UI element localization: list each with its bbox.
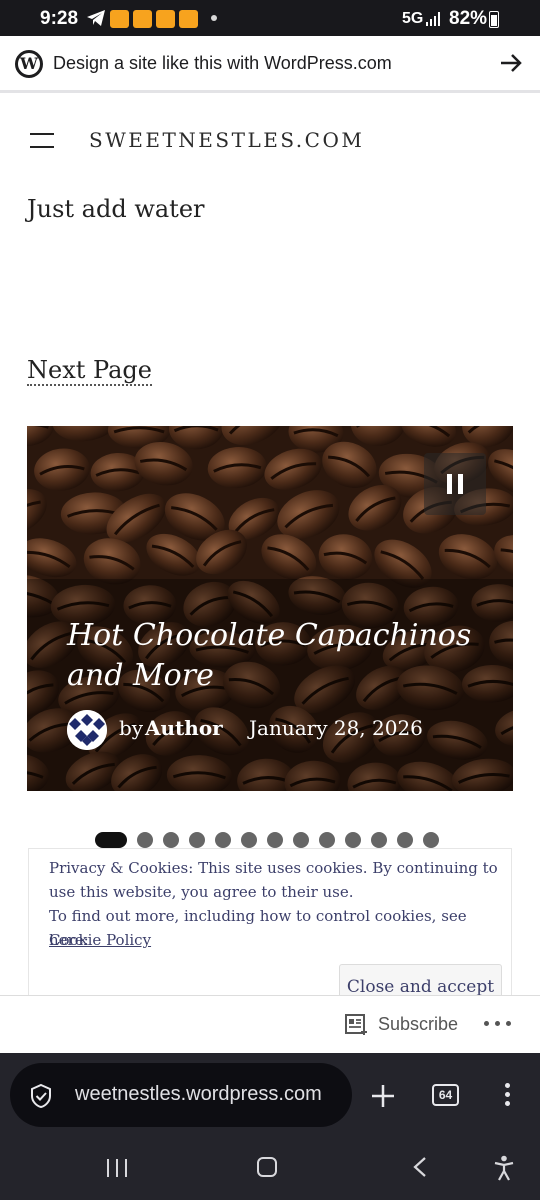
- app-notification-icon: [156, 10, 175, 28]
- url-text[interactable]: weetnestles.wordpress.com: [75, 1083, 345, 1106]
- byline: by Author January 28, 2026: [67, 708, 487, 750]
- battery-percent: 82%: [449, 8, 488, 29]
- browser-menu-icon[interactable]: [505, 1083, 511, 1110]
- featured-slide[interactable]: Hot Chocolate Capachinos and More by Aut…: [27, 426, 513, 791]
- telegram-icon: [87, 10, 105, 26]
- cookie-banner: Privacy & Cookies: This site uses cookie…: [28, 848, 512, 1008]
- slide-dot[interactable]: [423, 832, 439, 848]
- signal-icon: [426, 12, 440, 26]
- slide-dot[interactable]: [189, 832, 205, 848]
- shield-check-icon[interactable]: [29, 1083, 53, 1109]
- slide-dot[interactable]: [397, 832, 413, 848]
- author-avatar[interactable]: [67, 710, 107, 750]
- slide-dot[interactable]: [345, 832, 361, 848]
- post-date[interactable]: January 28, 2026: [249, 716, 423, 740]
- more-notifications-dot: [211, 15, 217, 21]
- slide-dot[interactable]: [371, 832, 387, 848]
- slide-pagination: [95, 832, 439, 848]
- clock: 9:28: [40, 8, 79, 29]
- home-icon[interactable]: [257, 1157, 277, 1177]
- hamburger-menu-icon[interactable]: [30, 133, 54, 149]
- new-tab-plus-icon[interactable]: [370, 1083, 396, 1109]
- slide-dot[interactable]: [215, 832, 231, 848]
- slide-title[interactable]: Hot Chocolate Capachinos and More: [67, 616, 487, 696]
- recent-apps-icon[interactable]: [106, 1158, 128, 1178]
- address-bar[interactable]: weetnestles.wordpress.com: [10, 1063, 352, 1127]
- subscribe-bar: Subscribe: [0, 995, 540, 1053]
- cookie-policy-link[interactable]: Cookie Policy: [49, 928, 151, 952]
- tabs-count-button[interactable]: 64: [432, 1084, 459, 1106]
- slide-dot[interactable]: [319, 832, 335, 848]
- browser-toolbar: weetnestles.wordpress.com 64: [0, 1053, 540, 1137]
- page-text: Just add water: [27, 195, 205, 223]
- app-notification-icon: [110, 10, 129, 28]
- network-type: 5G: [402, 10, 424, 27]
- wordpress-logo-icon: W: [15, 50, 43, 78]
- pause-button[interactable]: [424, 453, 486, 515]
- status-bar: 9:28 5G 82%: [0, 0, 540, 36]
- site-title[interactable]: SWEETNESTLES.COM: [89, 128, 364, 152]
- notification-icons: [110, 10, 198, 28]
- byline-prefix: by: [119, 716, 144, 740]
- system-navigation-bar: [0, 1137, 540, 1200]
- app-notification-icon: [179, 10, 198, 28]
- back-icon[interactable]: [412, 1156, 428, 1178]
- slide-dot[interactable]: [267, 832, 283, 848]
- app-notification-icon: [133, 10, 152, 28]
- slide-dot[interactable]: [293, 832, 309, 848]
- promo-text: Design a site like this with WordPress.c…: [53, 53, 392, 73]
- more-options-icon[interactable]: [484, 1021, 511, 1026]
- cookie-notice-text: Privacy & Cookies: This site uses cookie…: [49, 859, 498, 901]
- arrow-right-icon[interactable]: [498, 50, 524, 76]
- slide-dot[interactable]: [137, 832, 153, 848]
- next-page-link[interactable]: Next Page: [27, 356, 152, 386]
- wordpress-promo-banner[interactable]: W Design a site like this with WordPress…: [0, 36, 540, 93]
- slide-dot[interactable]: [241, 832, 257, 848]
- subscribe-button[interactable]: Subscribe: [378, 1014, 458, 1035]
- author-link[interactable]: Author: [145, 716, 223, 740]
- accessibility-icon[interactable]: [493, 1155, 515, 1181]
- battery-icon: [489, 11, 499, 28]
- subscribe-icon[interactable]: [345, 1014, 369, 1036]
- slide-dot-active[interactable]: [95, 832, 127, 848]
- slide-dot[interactable]: [163, 832, 179, 848]
